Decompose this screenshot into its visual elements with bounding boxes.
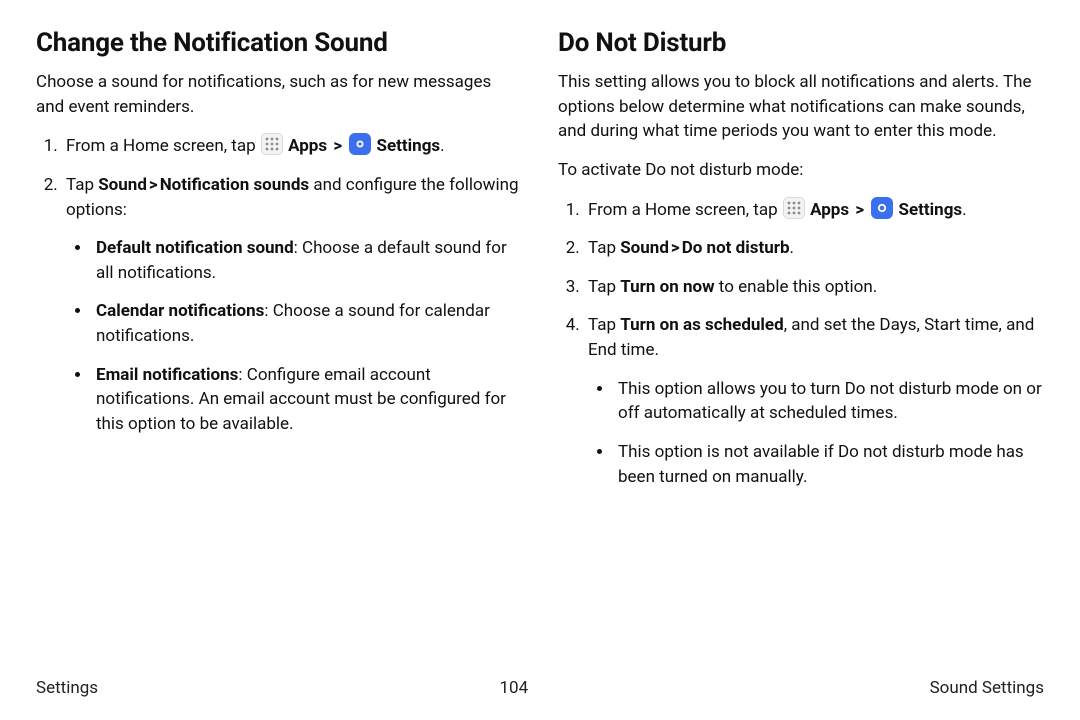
right-intro: This setting allows you to block all not… [558, 70, 1044, 144]
bold-text: Turn on now [620, 277, 714, 297]
right-heading: Do Not Disturb [558, 28, 1044, 58]
bold-text: Notification sounds [160, 175, 309, 195]
chevron-icon: > [149, 175, 158, 195]
bold-text: Email notifications [96, 365, 238, 385]
step-text: . [790, 238, 794, 258]
left-bullets: Default notification sound: Choose a def… [66, 236, 522, 436]
settings-label: Settings [377, 136, 441, 156]
period: . [962, 200, 966, 220]
apps-label: Apps [288, 136, 327, 156]
bold-text: Sound [98, 175, 147, 195]
bold-text: Sound [620, 238, 669, 258]
right-step-2: Tap Sound>Do not disturb. [584, 236, 1044, 261]
bullet-text: This option allows you to turn Do not di… [618, 379, 1042, 424]
bullet-text: This option is not available if Do not d… [618, 442, 1024, 487]
footer-page-number: 104 [499, 678, 528, 698]
step-text: Tap [588, 277, 620, 297]
bullet-item: Default notification sound: Choose a def… [92, 236, 522, 285]
right-steps: From a Home screen, tap Apps > Settings.… [558, 197, 1044, 490]
left-step-2: Tap Sound>Notification sounds and config… [62, 173, 522, 437]
settings-icon [349, 133, 371, 155]
step-text: Tap [588, 238, 620, 258]
settings-icon [871, 197, 893, 219]
left-intro: Choose a sound for notifications, such a… [36, 70, 522, 119]
chevron-icon: > [855, 200, 864, 220]
bullet-item: Email notifications: Configure email acc… [92, 363, 522, 437]
step-text: From a Home screen, tap [588, 200, 782, 220]
left-heading: Change the Notification Sound [36, 28, 522, 58]
right-bullets: This option allows you to turn Do not di… [588, 377, 1044, 490]
step-text: Tap [588, 315, 620, 335]
step-text: From a Home screen, tap [66, 136, 260, 156]
left-column: Change the Notification Sound Choose a s… [36, 28, 522, 503]
content-columns: Change the Notification Sound Choose a s… [36, 28, 1044, 503]
step-text: to enable this option. [715, 277, 878, 297]
left-step-1: From a Home screen, tap Apps > Settings. [62, 133, 522, 159]
bullet-item: Calendar notifications: Choose a sound f… [92, 299, 522, 348]
settings-label: Settings [899, 200, 963, 220]
bold-text: Turn on as scheduled [620, 315, 783, 335]
apps-label: Apps [810, 200, 849, 220]
apps-icon [783, 197, 805, 219]
right-step-1: From a Home screen, tap Apps > Settings. [584, 197, 1044, 223]
right-column: Do Not Disturb This setting allows you t… [558, 28, 1044, 503]
step-text: Tap [66, 175, 98, 195]
chevron-icon: > [671, 238, 680, 258]
page-footer: Settings 104 Sound Settings [36, 678, 1044, 698]
bold-text: Calendar notifications [96, 301, 264, 321]
bullet-item: This option allows you to turn Do not di… [614, 377, 1044, 426]
right-activate-text: To activate Do not disturb mode: [558, 158, 1044, 183]
period: . [440, 136, 444, 156]
bold-text: Do not disturb [682, 238, 790, 258]
footer-right: Sound Settings [930, 678, 1044, 698]
right-step-3: Tap Turn on now to enable this option. [584, 275, 1044, 300]
chevron-icon: > [333, 136, 342, 156]
right-step-4: Tap Turn on as scheduled, and set the Da… [584, 313, 1044, 489]
bullet-item: This option is not available if Do not d… [614, 440, 1044, 489]
bold-text: Default notification sound [96, 238, 294, 258]
footer-left: Settings [36, 678, 98, 698]
left-steps: From a Home screen, tap Apps > Settings.… [36, 133, 522, 436]
apps-icon [261, 133, 283, 155]
